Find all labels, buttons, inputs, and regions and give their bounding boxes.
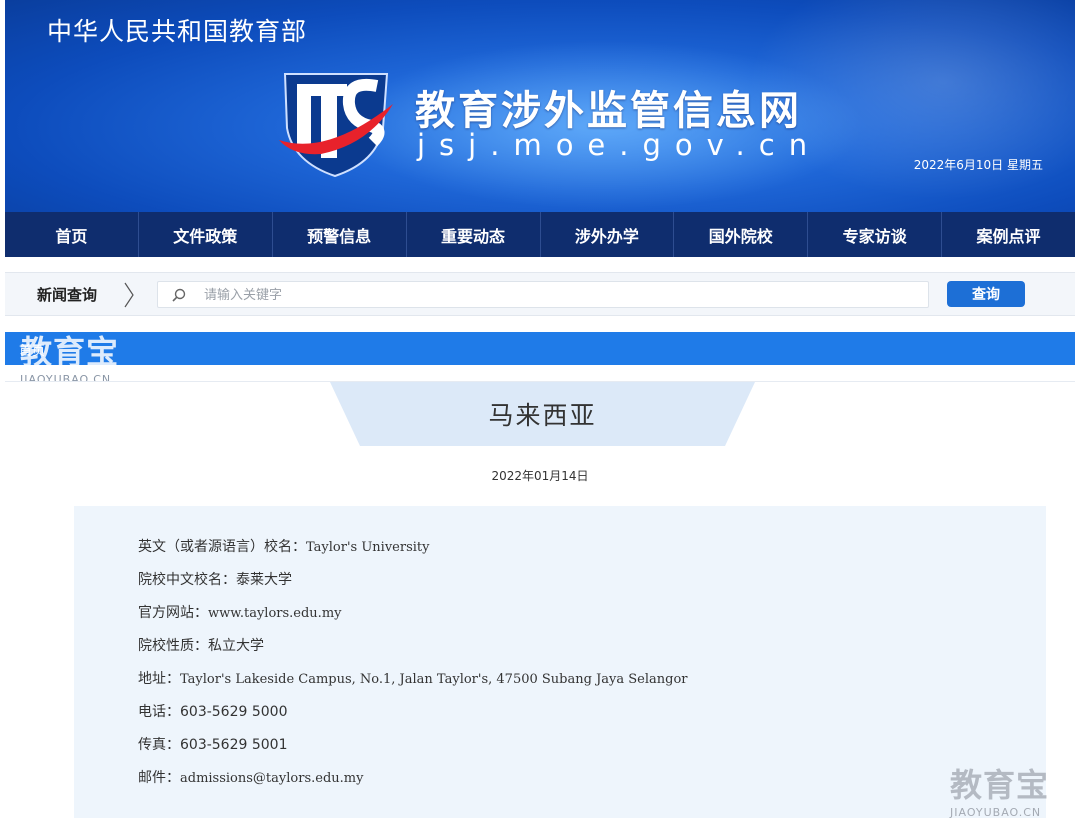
field-value[interactable]: admissions@taylors.edu.my bbox=[180, 771, 363, 786]
field-fax: 传真：603-5629 5001 bbox=[138, 734, 287, 754]
news-search-bar: 新闻查询 查询 bbox=[5, 272, 1075, 316]
field-value: 泰莱大学 bbox=[236, 572, 292, 588]
watermark-top-left: 教育宝 JIAOYUBAO.CN bbox=[20, 327, 119, 386]
breadcrumb: 首页 bbox=[5, 332, 1075, 365]
field-phone: 电话：603-5629 5000 bbox=[138, 701, 287, 721]
field-chinese-name: 院校中文校名：泰莱大学 bbox=[138, 569, 292, 589]
search-field[interactable] bbox=[157, 281, 929, 308]
field-value: 603-5629 5001 bbox=[180, 737, 288, 753]
field-email: 邮件：admissions@taylors.edu.my bbox=[138, 767, 363, 787]
ministry-name: 中华人民共和国教育部 bbox=[47, 17, 308, 46]
search-label: 新闻查询 bbox=[37, 286, 98, 304]
field-label: 院校性质： bbox=[138, 638, 208, 654]
nav-item-home[interactable]: 首页 bbox=[5, 212, 139, 257]
field-label: 英文（或者源语言）校名： bbox=[138, 539, 306, 555]
field-value: Taylor's University bbox=[306, 540, 430, 555]
site-banner: 中华人民共和国教育部 教育涉外监管信息网 jsj.moe.gov.cn 2022… bbox=[5, 0, 1075, 212]
watermark-url: JIAOYUBAO.CN bbox=[950, 806, 1042, 819]
nav-item-foreign-schooling[interactable]: 涉外办学 bbox=[541, 212, 675, 257]
field-address: 地址：Taylor's Lakeside Campus, No.1, Jalan… bbox=[138, 668, 688, 688]
search-icon bbox=[172, 288, 186, 302]
watermark-brand: 教育宝 bbox=[20, 333, 120, 371]
article-content: 英文（或者源语言）校名：Taylor's University 院校中文校名：泰… bbox=[74, 506, 1046, 818]
watermark-brand: 教育宝 bbox=[950, 766, 1050, 804]
field-english-name: 英文（或者源语言）校名：Taylor's University bbox=[138, 536, 429, 556]
nav-item-warnings[interactable]: 预警信息 bbox=[273, 212, 407, 257]
watermark-bottom-right: 教育宝 JIAOYUBAO.CN bbox=[950, 760, 1049, 819]
banner-date: 2022年6月10日 星期五 bbox=[913, 158, 1043, 172]
field-label: 院校中文校名： bbox=[138, 572, 236, 588]
nav-item-expert-interviews[interactable]: 专家访谈 bbox=[808, 212, 943, 257]
field-value[interactable]: www.taylors.edu.my bbox=[208, 606, 342, 621]
nav-item-case-reviews[interactable]: 案例点评 bbox=[942, 212, 1075, 257]
field-value: 私立大学 bbox=[208, 638, 264, 654]
field-institution-type: 院校性质：私立大学 bbox=[138, 635, 264, 655]
nav-item-news[interactable]: 重要动态 bbox=[407, 212, 541, 257]
search-input[interactable] bbox=[204, 284, 904, 306]
nav-item-foreign-institutions[interactable]: 国外院校 bbox=[674, 212, 809, 257]
field-label: 传真： bbox=[138, 737, 180, 753]
search-button[interactable]: 查询 bbox=[947, 281, 1025, 307]
article-date: 2022年01月14日 bbox=[491, 469, 589, 483]
field-website: 官方网站：www.taylors.edu.my bbox=[138, 602, 342, 622]
site-domain: jsj.moe.gov.cn bbox=[417, 128, 822, 162]
field-label: 官方网站： bbox=[138, 605, 208, 621]
field-value: Taylor's Lakeside Campus, No.1, Jalan Ta… bbox=[180, 672, 688, 687]
main-nav: 首页 文件政策 预警信息 重要动态 涉外办学 国外院校 专家访谈 案例点评 bbox=[5, 212, 1075, 257]
article-title: 马来西亚 bbox=[488, 401, 597, 430]
article-header: 马来西亚 2022年01月14日 bbox=[5, 381, 1075, 491]
field-label: 电话： bbox=[138, 704, 180, 720]
field-value: 603-5629 5000 bbox=[180, 704, 288, 720]
site-logo-icon[interactable] bbox=[277, 70, 395, 178]
field-label: 地址： bbox=[138, 671, 180, 687]
chevron-right-icon bbox=[124, 282, 134, 308]
nav-item-policy-documents[interactable]: 文件政策 bbox=[139, 212, 273, 257]
field-label: 邮件： bbox=[138, 770, 180, 786]
